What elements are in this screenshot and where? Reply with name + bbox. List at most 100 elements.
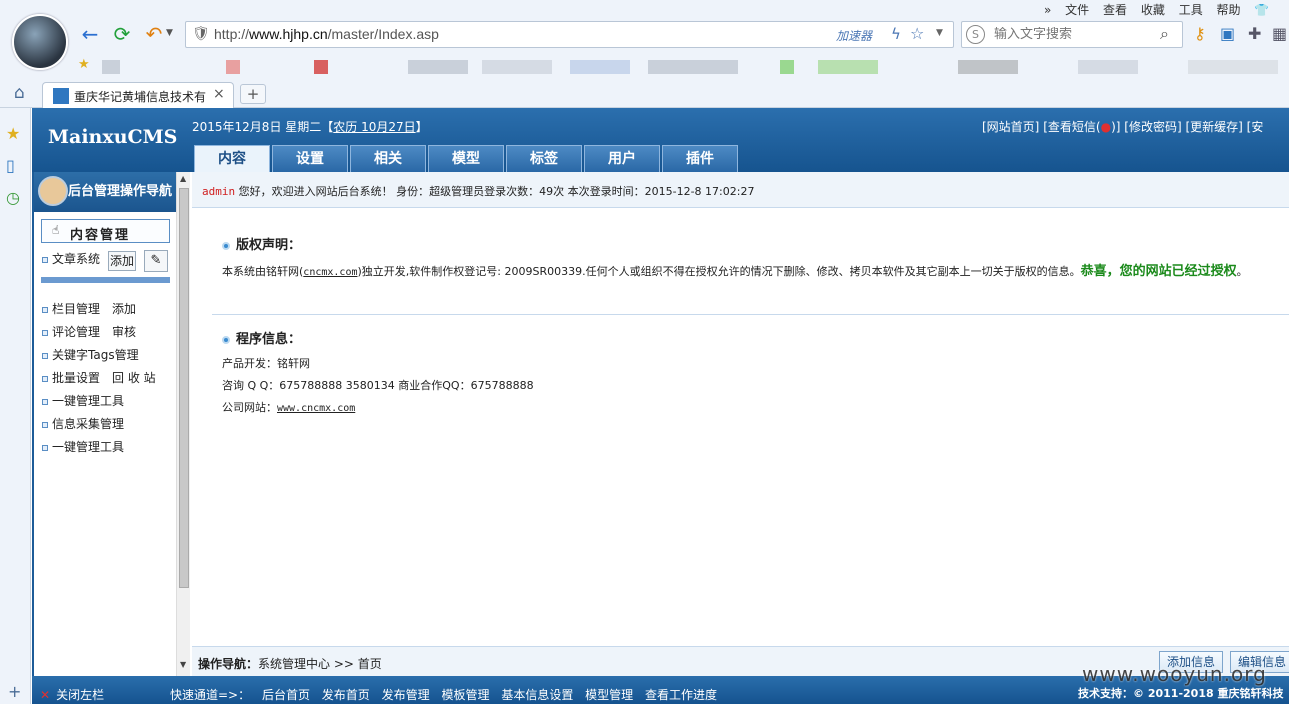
bullet-icon [42,329,48,336]
home-icon[interactable]: ⌂ [14,83,25,103]
scroll-up-icon[interactable]: ▲ [180,174,186,183]
tab-content[interactable]: 内容 [194,145,270,172]
address-dropdown-icon[interactable]: ▼ [936,28,943,38]
safe-exit-link[interactable]: [安 [1247,120,1264,134]
reader-icon[interactable]: ▣ [1220,24,1235,43]
tablet-icon[interactable]: ▯ [6,156,15,175]
blurred-favorite[interactable] [780,60,794,74]
cncmx-link[interactable]: cncmx.com [303,267,357,278]
search-box[interactable]: S ⌕ [961,21,1183,48]
menu-help[interactable]: 帮助 [1217,3,1241,17]
sidebar-item-tools[interactable]: 一键管理工具 [42,392,124,409]
favorites-bar: ★ [78,57,1289,76]
tab-tags[interactable]: 标签 [506,145,582,172]
admin-username: admin [202,185,236,198]
sidebar-item-collect[interactable]: 信息采集管理 [42,415,124,432]
blurred-favorite[interactable] [408,60,468,74]
site-home-link[interactable]: [网站首页] [982,120,1039,134]
tab-settings[interactable]: 设置 [272,145,348,172]
overflow-chevron-icon[interactable]: » [1044,3,1051,17]
sidebar-item-columns[interactable]: 栏目管理 添加 [42,300,136,317]
quick-link-publish-manage[interactable]: 发布管理 [382,688,430,702]
bullet-icon [42,398,48,405]
search-icon[interactable]: ⌕ [1160,24,1169,44]
tab-plugins[interactable]: 插件 [662,145,738,172]
quick-link-publish-home[interactable]: 发布首页 [322,688,370,702]
scroll-down-icon[interactable]: ▼ [180,660,186,669]
star-icon[interactable]: ☆ [910,24,924,43]
company-site-link[interactable]: www.cncmx.com [277,403,355,414]
article-system-item[interactable]: 文章系统 [42,250,100,267]
menu-favorites[interactable]: 收藏 [1141,3,1165,17]
section-divider [212,314,1289,315]
menu-file[interactable]: 文件 [1065,3,1089,17]
undo-dropdown-icon[interactable]: ▼ [166,28,173,38]
sidebar-item-tags[interactable]: 关键字Tags管理 [42,346,139,363]
blurred-favorite[interactable] [226,60,240,74]
favorites-star-icon[interactable]: ★ [78,57,90,72]
search-input[interactable] [994,27,1154,42]
blurred-favorite[interactable] [648,60,738,74]
sms-badge: ● [1100,120,1112,134]
menu-view[interactable]: 查看 [1103,3,1127,17]
favicon-icon [53,88,69,104]
address-bar[interactable]: 🛡 http://www.hjhp.cn/master/Index.asp 加速… [185,21,954,48]
browser-tab[interactable]: 重庆华记黄埔信息技术有 × [42,82,234,108]
blurred-favorite[interactable] [482,60,552,74]
scrollbar-thumb[interactable] [179,188,189,588]
accelerator-label[interactable]: 加速器 [836,27,872,44]
blurred-favorite[interactable] [1188,60,1278,74]
lunar-date-link[interactable]: 农历 10月27日 [333,120,415,134]
quick-link-basic-settings[interactable]: 基本信息设置 [501,688,573,702]
shirt-icon[interactable]: 👕 [1254,3,1269,17]
change-password-link[interactable]: [修改密码] [1124,120,1181,134]
copyright-text: 本系统由铭轩网(cncmx.com)独立开发,软件制作权登记号: 2009SR0… [222,264,1248,279]
sidebar-scrollbar[interactable]: ▲ ▼ [176,172,190,676]
sidebar-item-comments[interactable]: 评论管理 审核 [42,323,136,340]
edit-pencil-icon[interactable]: ✎ [144,250,168,272]
blurred-favorite[interactable] [314,60,328,74]
close-left-panel[interactable]: ✕ 关闭左栏 [40,686,104,703]
quick-link-admin-home[interactable]: 后台首页 [262,688,310,702]
lightning-icon[interactable]: ϟ [891,25,901,43]
history-clock-icon[interactable]: ◷ [6,188,20,207]
program-info-title: 程序信息： [222,328,301,347]
blurred-favorite[interactable] [1078,60,1138,74]
extension-icon[interactable]: ✚ [1248,24,1261,43]
tab-users[interactable]: 用户 [584,145,660,172]
sidebar-item-batch[interactable]: 批量设置 回 收 站 [42,369,156,386]
quick-link-models[interactable]: 模型管理 [585,688,633,702]
sidebar-header: 后台管理操作导航 [34,172,178,212]
add-article-button[interactable]: 添加 [108,251,136,271]
sidebar-item-tools-2[interactable]: 一键管理工具 [42,438,124,455]
add-sidebar-icon[interactable]: + [8,682,21,701]
tab-related[interactable]: 相关 [350,145,426,172]
menu-tools[interactable]: 工具 [1179,3,1203,17]
new-tab-button[interactable]: + [240,84,266,104]
quick-link-templates[interactable]: 模板管理 [441,688,489,702]
quick-label: 快速通道=>： [170,688,251,702]
refresh-icon[interactable]: ⟳ [110,22,134,46]
url-text[interactable]: http://www.hjhp.cn/master/Index.asp [214,26,439,42]
update-cache-link[interactable]: [更新缓存] [1185,120,1242,134]
key-icon[interactable]: ⚷ [1194,24,1206,43]
view-sms-link[interactable]: [查看短信(●)] [1043,120,1120,134]
tech-support-text: 技术支持：© 2011-2018 重庆铭轩科技 [1078,687,1284,700]
close-tab-icon[interactable]: × [213,86,225,102]
bullet-icon [42,352,48,359]
back-arrow-icon[interactable]: ← [78,22,102,46]
user-avatar[interactable] [12,14,68,70]
quick-link-progress[interactable]: 查看工作进度 [645,688,717,702]
undo-icon[interactable]: ↶ [142,22,166,46]
content-management-section[interactable]: ☝ 内容管理 [41,219,170,243]
blurred-favorite[interactable] [570,60,630,74]
browser-chrome: ← ⟳ ↶ ▼ 🛡 http://www.hjhp.cn/master/Inde… [0,0,1289,108]
blurred-favorite[interactable] [958,60,1018,74]
search-engine-icon[interactable]: S [966,25,985,44]
admin-user-icon [38,176,68,206]
tab-models[interactable]: 模型 [428,145,504,172]
blurred-favorite[interactable] [818,60,878,74]
favorites-icon[interactable]: ★ [6,124,20,143]
grid-icon[interactable]: ▦ [1272,24,1287,43]
blurred-favorite[interactable] [102,60,120,74]
